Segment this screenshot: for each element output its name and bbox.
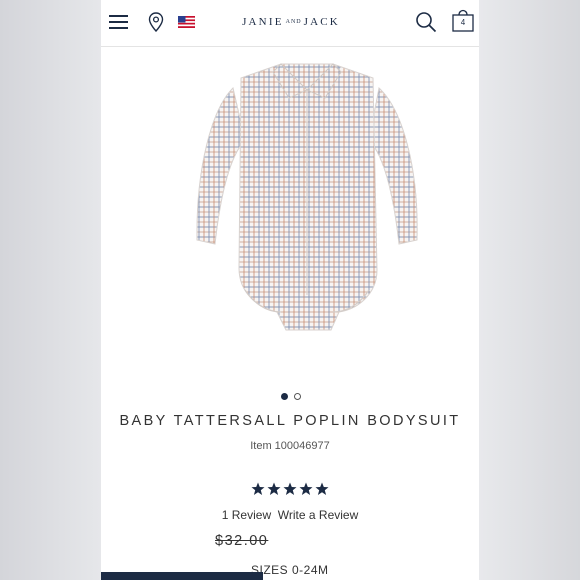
- logo-word-and: AND: [285, 19, 302, 26]
- image-carousel-dots: [281, 393, 301, 403]
- item-number: Item 100046977: [250, 440, 330, 452]
- site-header: JANIE AND JACK 4: [101, 0, 479, 47]
- product-image[interactable]: [141, 50, 441, 370]
- review-links: 1 Review Write a Review: [101, 508, 479, 522]
- location-pin-icon[interactable]: [148, 12, 164, 32]
- background-right: [479, 0, 580, 580]
- product-price: $32.00: [215, 533, 269, 549]
- logo-word-janie: JANIE: [242, 16, 284, 28]
- menu-icon[interactable]: [109, 14, 128, 30]
- star-icon: [283, 482, 297, 495]
- add-to-bag-bar[interactable]: [101, 572, 263, 580]
- background-left: [0, 0, 101, 580]
- search-icon[interactable]: [415, 11, 437, 33]
- review-count-link[interactable]: 1 Review: [222, 508, 271, 522]
- rating-stars[interactable]: [251, 482, 331, 498]
- star-icon: [251, 482, 265, 495]
- carousel-dot-1[interactable]: [281, 393, 288, 400]
- us-flag-icon[interactable]: [178, 16, 195, 28]
- star-icon: [299, 482, 313, 495]
- star-icon: [315, 482, 329, 495]
- write-review-link[interactable]: Write a Review: [278, 508, 358, 522]
- bag-count-badge: 4: [460, 18, 466, 27]
- carousel-dot-2[interactable]: [294, 393, 301, 400]
- star-icon: [267, 482, 281, 495]
- logo-word-jack: JACK: [303, 16, 340, 28]
- brand-logo[interactable]: JANIE AND JACK: [231, 16, 351, 28]
- shopping-bag-button[interactable]: 4: [451, 9, 475, 33]
- phone-screen: JANIE AND JACK 4 BABY TATTERSALL POPLIN …: [101, 0, 479, 580]
- product-title: BABY TATTERSALL POPLIN BODYSUIT: [119, 413, 461, 429]
